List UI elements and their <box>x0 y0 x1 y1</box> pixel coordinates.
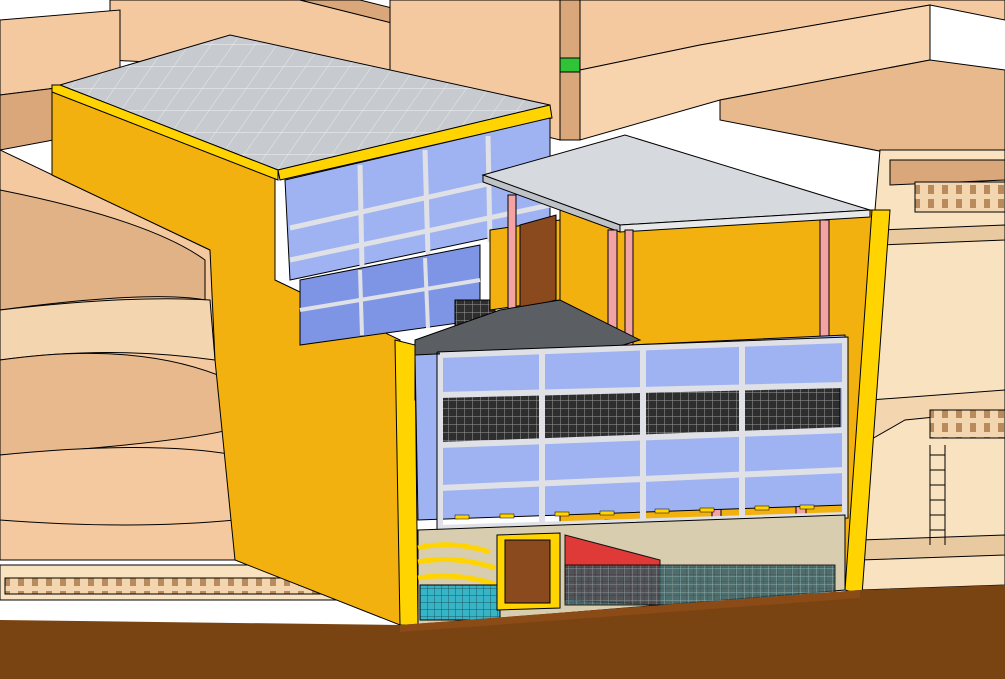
upper-door <box>519 214 557 311</box>
scene-svg <box>0 0 1005 679</box>
ground-fence-left <box>419 584 501 621</box>
entrance-door <box>504 539 551 604</box>
architectural-3d-model-view <box>0 0 1005 679</box>
